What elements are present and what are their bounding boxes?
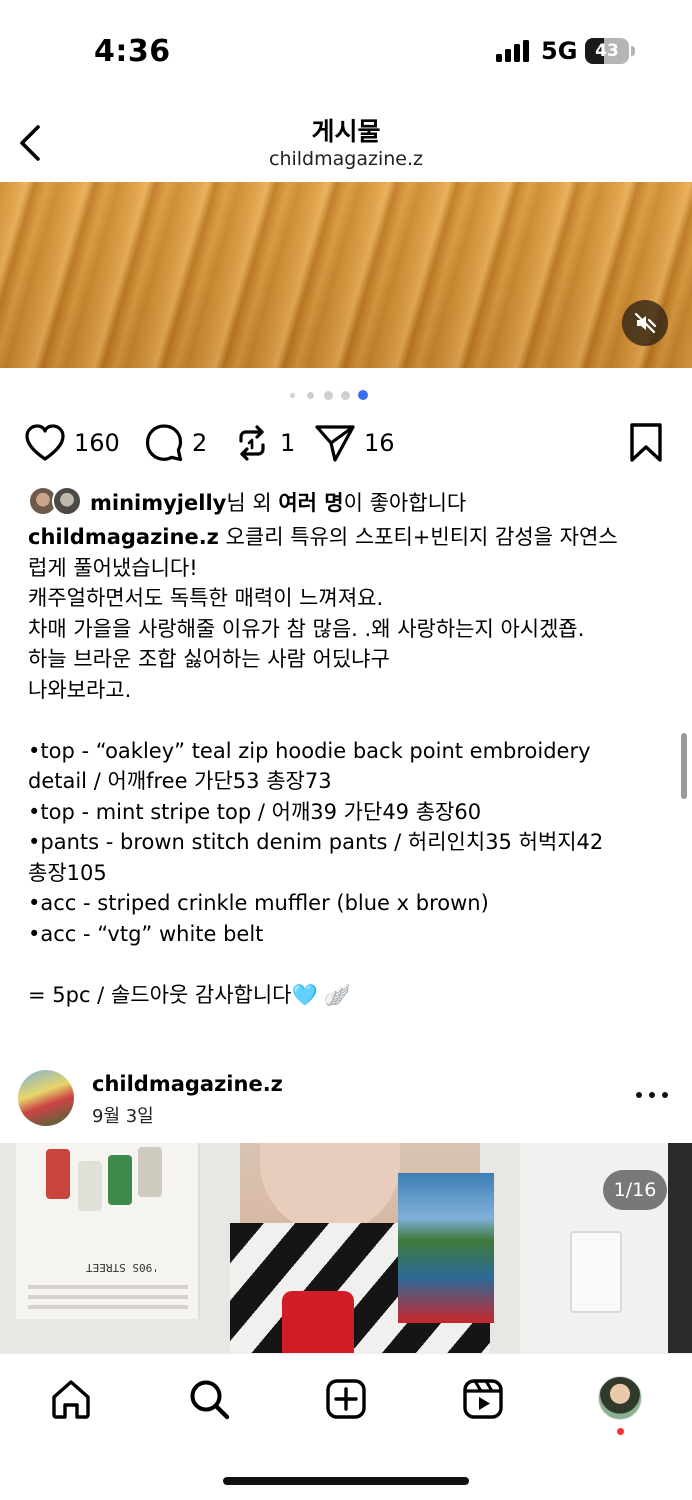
author-avatar[interactable] (18, 1070, 74, 1126)
poster-title: '90S STREET (86, 1261, 159, 1274)
status-time: 4:36 (94, 34, 171, 69)
caption-line: •pants - brown stitch denim pants / 허리인치… (28, 830, 604, 854)
caption-author[interactable]: childmagazine.z (28, 525, 219, 549)
caption-body: 럽게 풀어냈습니다! 캐주얼하면서도 독특한 매력이 느껴져요. 차매 가을을 사랑… (28, 553, 668, 1011)
caption-line: •top - mint stripe top / 어깨39 가단49 총장60 (28, 799, 482, 824)
wall-postcard (398, 1173, 494, 1323)
liked-by-mid: 님 외 (226, 491, 279, 515)
repost-count: 1 (280, 429, 296, 457)
image-counter: 1/16 (603, 1170, 667, 1210)
battery-tip (631, 46, 635, 56)
page-title: 게시물 (311, 117, 381, 146)
network-label: 5G (541, 37, 578, 65)
poster-shirt (138, 1147, 162, 1197)
caption-line: •top - “oakley” teal zip hoodie back poi… (28, 738, 591, 763)
nav-create[interactable] (323, 1376, 369, 1422)
poster-shirt (108, 1155, 132, 1205)
caption-line: 차매 가을을 사랑해줄 이유가 참 많음. .왜 사랑하는지 아시겠죱. (28, 616, 585, 641)
page-subtitle[interactable]: childmagazine.z (0, 148, 692, 170)
send-icon (315, 425, 355, 462)
post-video[interactable] (0, 182, 692, 368)
status-bar: 4:36 5G 43 (0, 0, 692, 100)
caption-text: 오클리 특유의 스포티+빈티지 감성을 자연스 (218, 525, 618, 549)
comment-button[interactable]: 2 (144, 420, 207, 466)
more-dot (649, 1092, 655, 1098)
carousel-dot (324, 390, 333, 400)
carousel-dot (358, 390, 368, 400)
repost-button[interactable]: 1 (232, 420, 295, 466)
poster-text-row (28, 1285, 188, 1289)
liked-by-others[interactable]: 여러 명 (278, 491, 343, 515)
nav-profile[interactable] (598, 1376, 642, 1420)
liked-by[interactable]: minimyjelly님 외 여러 명이 좋아합니다 (28, 484, 466, 520)
caption-line: detail / 어깨free 가단53 총장73 (28, 769, 332, 793)
reels-icon (463, 1379, 503, 1419)
liker-avatars (28, 486, 84, 518)
save-button[interactable] (628, 422, 664, 464)
carousel-dots (0, 390, 692, 402)
caption-line: 나와보라고. (28, 677, 132, 702)
poster-text-row (28, 1305, 188, 1309)
post-date: 9월 3일 (92, 1106, 154, 1127)
home-icon (52, 1380, 90, 1419)
action-row: 160 2 1 16 (0, 420, 692, 466)
caption-line (28, 949, 668, 980)
photo-phone (282, 1291, 354, 1353)
caption-line: 럽게 풀어냈습니다! (28, 555, 198, 580)
nav-search[interactable] (186, 1376, 232, 1422)
next-post-header: childmagazine.z 9월 3일 (0, 1066, 692, 1144)
battery-level: 43 (595, 41, 619, 61)
more-dot (662, 1092, 668, 1098)
poster-shirt (78, 1161, 102, 1211)
post-caption: childmagazine.z 오클리 특유의 스포티+빈티지 감성을 자연스 … (28, 522, 668, 1010)
video-overlay (0, 182, 692, 368)
like-button[interactable]: 160 (24, 420, 120, 466)
liked-by-suffix: 이 좋아합니다 (343, 491, 467, 515)
caption-line: 캐주얼하면서도 독특한 매력이 느껴져요. (28, 586, 384, 610)
light-switch (570, 1231, 622, 1313)
nav-reels[interactable] (460, 1376, 506, 1422)
notification-dot (617, 1428, 624, 1435)
bookmark-icon (630, 423, 662, 462)
nav-home[interactable] (48, 1376, 94, 1422)
comment-count: 2 (192, 429, 208, 457)
share-count: 16 (364, 429, 395, 457)
caption-line: •acc - “vtg” white belt (28, 921, 264, 946)
caption-line: 하늘 브라운 조합 싫어하는 사람 어딨냐구 (28, 647, 390, 671)
scrollbar[interactable] (681, 733, 687, 799)
signal-icon (496, 40, 529, 62)
caption-line: 총장105 (28, 860, 107, 885)
caption-line (28, 705, 668, 736)
caption-line: •acc - striped crinkle muffler (blue x b… (28, 891, 489, 915)
add-post-icon (326, 1379, 366, 1419)
carousel-dot (341, 390, 350, 400)
photo-face (260, 1143, 400, 1233)
photo-door (668, 1143, 692, 1353)
more-options-button[interactable] (636, 1082, 668, 1108)
repost-icon (239, 425, 265, 461)
heart-icon (25, 424, 65, 461)
post-author-name[interactable]: childmagazine.z (92, 1072, 283, 1096)
poster-shirt (46, 1149, 70, 1199)
home-indicator[interactable] (223, 1477, 469, 1485)
carousel-dot (307, 391, 314, 399)
more-dot (636, 1092, 642, 1098)
post-image[interactable]: '90S STREET (0, 1143, 692, 1353)
like-count: 160 (74, 429, 120, 457)
caption-line: = 5pc / 솔드아웃 감사합니다🩵 🪽 (28, 982, 351, 1007)
battery-icon: 43 (585, 38, 629, 64)
liker-username[interactable]: minimyjelly (90, 491, 226, 515)
carousel-dot (290, 392, 295, 398)
liked-by-text: minimyjelly님 외 여러 명이 좋아합니다 (90, 487, 466, 517)
avatar (52, 486, 82, 516)
comment-icon (145, 424, 183, 462)
speaker-muted-icon (634, 312, 657, 334)
wall-poster: '90S STREET (16, 1143, 200, 1319)
caption-first-line: childmagazine.z 오클리 특유의 스포티+빈티지 감성을 자연스 (28, 522, 668, 553)
mute-button[interactable] (622, 300, 668, 346)
search-icon (190, 1380, 230, 1420)
poster-text-row (28, 1295, 188, 1299)
post-header: 게시물 childmagazine.z (0, 100, 692, 182)
share-button[interactable]: 16 (314, 420, 395, 466)
